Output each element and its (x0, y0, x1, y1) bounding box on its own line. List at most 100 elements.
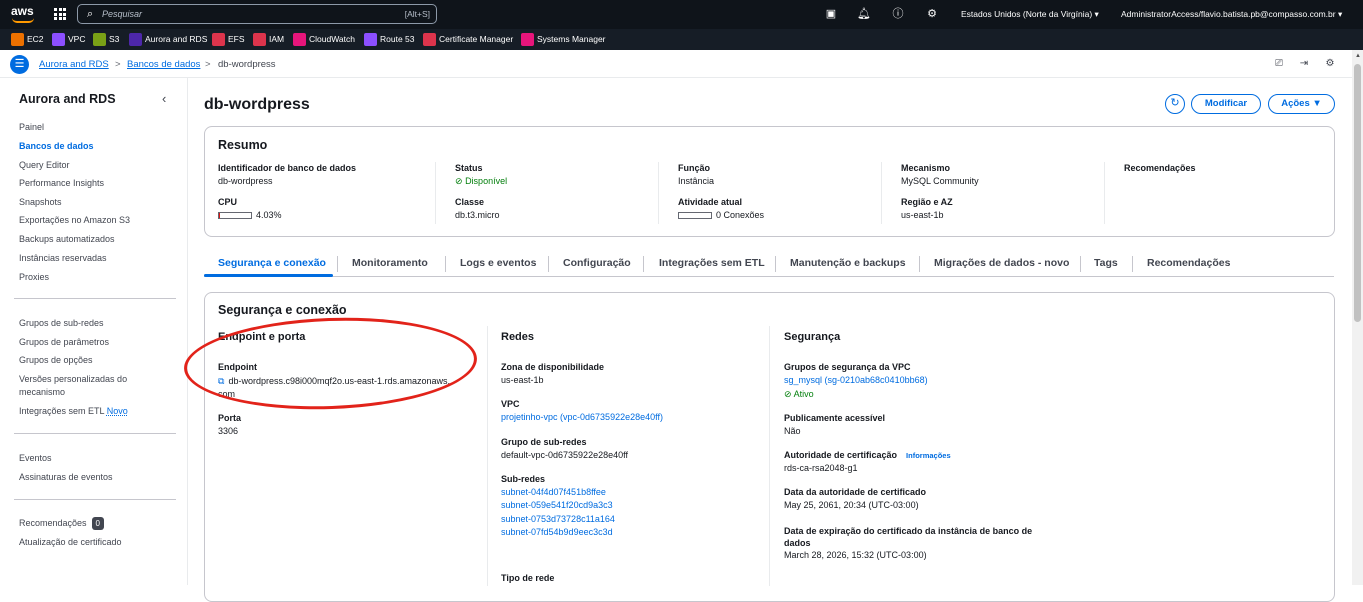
page-scrollbar[interactable]: ▲ (1352, 50, 1363, 585)
tab-data-migrations[interactable]: Migrações de dados - novo (934, 257, 1069, 269)
aws-logo[interactable]: aws (11, 4, 35, 24)
vpc-label: VPC (501, 399, 520, 409)
bell-icon[interactable]: 🔔︎ (857, 7, 871, 21)
search-input[interactable]: ⌕ Pesquisar [Alt+S] (77, 4, 437, 24)
tab-logs-events[interactable]: Logs e eventos (460, 257, 536, 269)
settings-icon[interactable]: ⚙ (1324, 58, 1336, 70)
breadcrumb-databases[interactable]: Bancos de dados (127, 59, 200, 70)
breadcrumb-aurora-rds[interactable]: Aurora and RDS (39, 59, 109, 70)
security-groups-label: Grupos de segurança da VPC (784, 362, 911, 372)
subnet-link[interactable]: subnet-0753d73728c11a164 (501, 514, 615, 524)
subnet-link[interactable]: subnet-07fd54b9d9eec3c3d (501, 527, 613, 537)
rds-icon (129, 33, 142, 46)
subnets-label: Sub-redes (501, 474, 546, 484)
scrollbar-thumb[interactable] (1354, 64, 1361, 322)
sidebar-item-databases[interactable]: Bancos de dados (19, 140, 169, 153)
subnet-link[interactable]: subnet-059e541f20cd9a3c3 (501, 500, 613, 510)
sidebar-item-event-subscriptions[interactable]: Assinaturas de eventos (19, 471, 169, 484)
region-az-label: Região e AZ (901, 197, 953, 207)
fav-route53[interactable]: Route 53 (364, 33, 415, 46)
modify-button[interactable]: Modificar (1191, 94, 1261, 114)
cloudshell-icon[interactable]: ▣ (824, 7, 838, 21)
new-badge[interactable]: Novo (107, 406, 128, 416)
sidebar-divider (14, 298, 176, 299)
top-navigation: aws ⌕ Pesquisar [Alt+S] ▣ 🔔︎ ⓘ ⚙ Estados… (0, 0, 1363, 29)
help-icon[interactable]: ⓘ (891, 7, 905, 21)
tab-separator (775, 256, 776, 272)
role-value: Instância (678, 176, 715, 186)
tab-maintenance-backups[interactable]: Manutenção e backups (790, 257, 906, 269)
sidebar-item-subnet-groups[interactable]: Grupos de sub-redes (19, 317, 169, 330)
subnet-group-value: default-vpc-0d6735922e28e40ff (501, 450, 628, 460)
tab-separator (445, 256, 446, 272)
breadcrumb-separator: > (115, 59, 121, 70)
column-divider (1104, 162, 1105, 224)
tab-separator (337, 256, 338, 272)
sidebar-item-zero-etl[interactable]: Integrações sem ETL Novo (19, 405, 169, 418)
services-grid-icon[interactable] (54, 8, 66, 20)
sidebar-item-painel[interactable]: Painel (19, 121, 169, 134)
actions-button[interactable]: Ações ▼ (1268, 94, 1335, 114)
gear-icon[interactable]: ⚙ (925, 7, 939, 21)
sidebar-item-performance-insights[interactable]: Performance Insights (19, 177, 169, 190)
fav-systems-manager[interactable]: Systems Manager (521, 33, 606, 46)
tab-zero-etl[interactable]: Integrações sem ETL (659, 257, 765, 269)
split-panel-icon[interactable]: ⇥ (1298, 58, 1310, 70)
sidebar-item-parameter-groups[interactable]: Grupos de parâmetros (19, 336, 169, 349)
fav-cloudwatch[interactable]: CloudWatch (293, 33, 355, 46)
account-menu[interactable]: AdministratorAccess/flavio.batista.pb@co… (1121, 9, 1342, 20)
search-shortcut: [Alt+S] (404, 9, 430, 19)
sidebar-item-events[interactable]: Eventos (19, 452, 169, 465)
db-id-label: Identificador de banco de dados (218, 163, 357, 173)
info-link[interactable]: Informações (906, 451, 951, 460)
fav-vpc[interactable]: VPC (52, 33, 85, 46)
tab-separator (643, 256, 644, 272)
feedback-icon[interactable]: ⎚ (1273, 58, 1285, 70)
sidebar-item-automated-backups[interactable]: Backups automatizados (19, 233, 169, 246)
sidebar-item-custom-versions[interactable]: Versões personalizadas do mecanismo (19, 373, 139, 399)
sidebar-divider (14, 433, 176, 434)
tab-security-connection[interactable]: Segurança e conexão (218, 257, 326, 269)
sidebar-item-certificate-update[interactable]: Atualização de certificado (19, 536, 169, 549)
ca-label: Autoridade de certificação Informações (784, 450, 951, 460)
copy-icon[interactable]: ⧉ (218, 376, 224, 386)
fav-ec2[interactable]: EC2 (11, 33, 44, 46)
class-label: Classe (455, 197, 485, 207)
sidebar-item-query-editor[interactable]: Query Editor (19, 159, 169, 172)
chevron-left-icon[interactable]: ‹ (162, 91, 166, 106)
endpoint-value[interactable]: ⧉ db-wordpress.c98i000mqf2o.us-east-1.rds… (218, 375, 478, 401)
subnet-link[interactable]: subnet-04f4d07f451b8ffee (501, 487, 606, 497)
check-circle-icon: ⊘ (784, 389, 792, 399)
az-value: us-east-1b (501, 375, 544, 385)
sidebar-item-recommendations[interactable]: Recomendações 0 (19, 517, 169, 530)
ec2-icon (11, 33, 24, 46)
fav-certificate-manager[interactable]: Certificate Manager (423, 33, 513, 46)
activity-progress-bar (678, 212, 712, 220)
tab-recommendations[interactable]: Recomendações (1147, 257, 1230, 269)
fav-efs[interactable]: EFS (212, 33, 245, 46)
status-label: Status (455, 163, 483, 173)
refresh-icon[interactable]: ↻ (1165, 94, 1185, 114)
fav-iam[interactable]: IAM (253, 33, 284, 46)
sidebar-item-option-groups[interactable]: Grupos de opções (19, 354, 169, 367)
menu-icon[interactable]: ☰ (10, 55, 29, 74)
vpc-icon (52, 33, 65, 46)
tab-tags[interactable]: Tags (1094, 257, 1118, 269)
vpc-link[interactable]: projetinho-vpc (vpc-0d6735922e28e40ff) (501, 412, 663, 422)
region-selector[interactable]: Estados Unidos (Norte da Virgínia) ▾ (961, 9, 1099, 20)
endpoint-section-title: Endpoint e porta (218, 331, 306, 343)
tab-configuration[interactable]: Configuração (563, 257, 631, 269)
cert-expiry-label: Data de expiração do certificado da inst… (784, 526, 1033, 548)
fav-aurora-rds[interactable]: Aurora and RDS (129, 33, 207, 46)
recommendations-label: Recomendações (1124, 163, 1196, 173)
sidebar-item-proxies[interactable]: Proxies (19, 271, 169, 284)
column-divider (658, 162, 659, 224)
sidebar-item-reserved-instances[interactable]: Instâncias reservadas (19, 252, 169, 265)
sidebar-item-snapshots[interactable]: Snapshots (19, 196, 169, 209)
iam-icon (253, 33, 266, 46)
security-group-link[interactable]: sg_mysql (sg-0210ab68c0410bb68) (784, 375, 928, 385)
tab-monitoring[interactable]: Monitoramento (352, 257, 428, 269)
scroll-up-icon[interactable]: ▲ (1355, 53, 1361, 59)
sidebar-item-s3-exports[interactable]: Exportações no Amazon S3 (19, 214, 169, 227)
fav-s3[interactable]: S3 (93, 33, 119, 46)
